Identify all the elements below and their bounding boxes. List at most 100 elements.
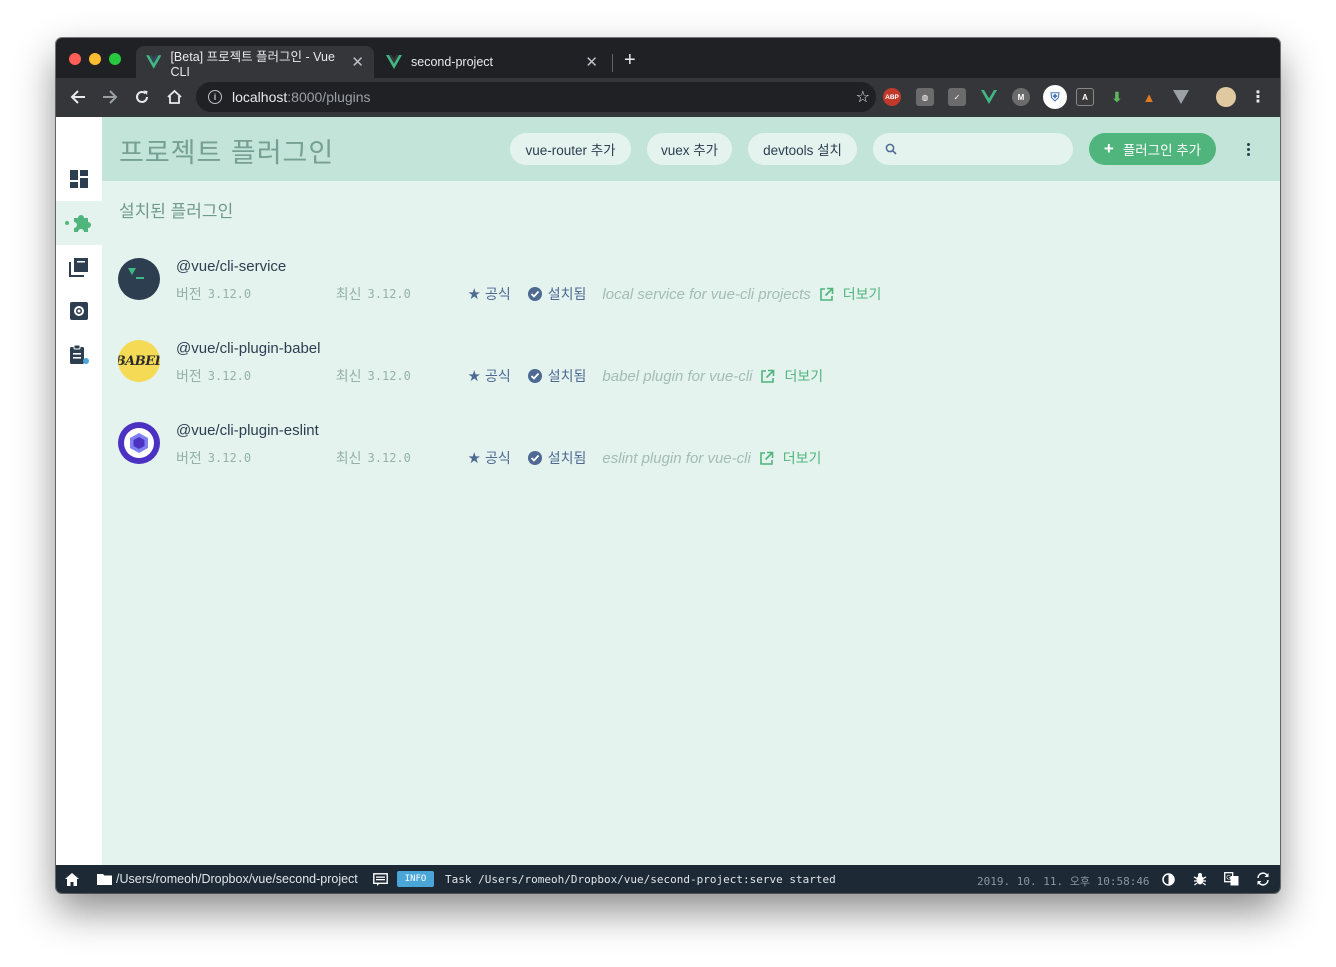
dark-mode-icon[interactable] [1160,871,1176,887]
dashboard-icon [70,170,88,188]
browser-window: [Beta] 프로젝트 플러그인 - Vue CLI ✕ second-proj… [56,38,1280,893]
bookmark-star-icon[interactable]: ☆ [856,87,870,107]
lightbulb-icon[interactable]: ◍ [916,88,934,106]
home-icon[interactable] [64,871,80,887]
profile-avatar[interactable] [1216,87,1236,107]
project-path[interactable]: /Users/romeoh/Dropbox/vue/second-project [116,872,358,886]
refresh-icon[interactable] [1255,871,1271,887]
add-plugin-button[interactable]: + 플러그인 추가 [1089,133,1216,165]
version-value: 3.12.0 [207,369,252,383]
sidebar-item-dashboard[interactable] [56,157,102,201]
fox-icon[interactable]: ▲ [1140,88,1158,106]
plugin-name[interactable]: @vue/cli-service [176,258,286,275]
search-input[interactable] [873,133,1073,165]
version-label: 버전 [176,368,202,384]
official-label: 공식 [484,368,511,384]
site-info-icon[interactable]: i [208,90,222,104]
new-tab-icon[interactable]: + [624,49,636,72]
sidebar-item-tasks[interactable] [56,333,102,377]
installed-label: 설치됨 [547,368,587,384]
minimize-window-button[interactable] [89,53,101,65]
back-icon[interactable] [67,86,89,108]
vue-logo-icon [146,55,162,69]
installed-badge: 설치됨 [527,448,587,468]
browser-tab-active[interactable]: [Beta] 프로젝트 플러그인 - Vue CLI ✕ [136,46,374,79]
browser-toolbar: i localhost :8000/plugins ☆ ABP ◍ ✓ M ⛨ … [56,78,1280,117]
svg-text:G: G [1226,875,1231,882]
latest-value: 3.12.0 [367,369,411,383]
v-icon[interactable] [1172,88,1190,106]
plugin-description: local service for vue-cli projects [602,285,811,303]
plugin-name[interactable]: @vue/cli-plugin-eslint [176,422,319,439]
sidebar-item-configuration[interactable] [56,289,102,333]
translate-icon[interactable]: G [1223,871,1239,887]
console-icon[interactable] [372,871,388,887]
url-path: :8000/plugins [287,89,371,105]
log-level-badge: INFO [397,871,434,887]
installed-badge: 설치됨 [527,284,587,304]
sidebar-item-dependencies[interactable] [56,245,102,289]
version-label: 버전 [176,450,202,466]
browser-menu-icon[interactable]: ⋮ [1249,88,1267,106]
dependencies-icon [69,258,88,277]
abp-icon[interactable]: ABP [883,88,901,106]
more-options-icon[interactable] [1240,139,1256,159]
log-message[interactable]: Task /Users/romeoh/Dropbox/vue/second-pr… [445,873,836,886]
star-icon: ★ [467,286,481,303]
plugin-description: eslint plugin for vue-cli [602,449,751,467]
installed-label: 설치됨 [547,286,587,302]
vue-devtools-icon[interactable] [980,88,998,106]
page-title: 프로젝트 플러그인 [119,138,335,168]
official-label: 공식 [484,286,511,302]
close-tab-icon[interactable]: ✕ [585,53,598,71]
check-circle-icon [527,369,542,383]
more-link[interactable]: 더보기 [760,366,823,386]
vue-logo-icon [386,55,402,69]
plugin-item[interactable]: BABEL @vue/cli-plugin-babel 버전 3.12.0 최신… [118,340,1218,400]
folder-icon [96,871,112,887]
installed-label: 설치됨 [547,450,587,466]
official-label: 공식 [484,450,511,466]
latest-label: 최신 [335,368,362,384]
bug-report-icon[interactable] [1192,871,1208,887]
shield-icon[interactable]: ⛨ [1043,85,1067,109]
tab-divider [612,54,613,72]
version-value: 3.12.0 [207,451,252,465]
latest-value: 3.12.0 [367,451,411,465]
home-icon[interactable] [163,86,185,108]
more-link[interactable]: 더보기 [819,284,881,304]
external-link-icon [759,451,774,465]
main-content: 프로젝트 플러그인 vue-router 추가 vuex 추가 devtools… [102,117,1280,865]
tab-title: [Beta] 프로젝트 플러그인 - Vue CLI [170,49,335,79]
status-bar: /Users/romeoh/Dropbox/vue/second-project… [56,865,1280,893]
plugin-item[interactable]: @vue/cli-plugin-eslint 버전 3.12.0 최신 3.12… [118,422,1218,482]
external-link-icon [819,287,834,301]
configuration-icon [70,302,88,320]
browser-tab[interactable]: second-project ✕ [376,46,608,78]
plugin-item[interactable]: @vue/cli-service 버전 3.12.0 최신 3.12.0 ★ 공… [118,258,1218,318]
chart-icon[interactable]: ✓ [948,88,966,106]
page-header: 프로젝트 플러그인 vue-router 추가 vuex 추가 devtools… [102,117,1280,181]
url-host: localhost [232,89,288,105]
external-link-icon [761,369,775,383]
more-link[interactable]: 더보기 [759,448,821,468]
sidebar-item-plugins[interactable] [56,201,102,245]
search-icon [885,143,897,155]
zoom-window-button[interactable] [109,53,121,65]
close-tab-icon[interactable]: ✕ [351,53,364,71]
m-icon[interactable]: M [1012,88,1030,106]
check-circle-icon [527,451,542,465]
download-icon[interactable]: ⬇ [1108,88,1126,106]
close-window-button[interactable] [69,53,81,65]
install-devtools-button[interactable]: devtools 설치 [748,133,857,165]
sidebar [56,117,102,865]
a-icon[interactable]: A [1076,88,1094,106]
plugin-meta: 버전 3.12.0 최신 3.12.0 ★ 공식 설치됨 local servi… [176,284,881,304]
address-bar[interactable]: i localhost :8000/plugins ☆ [196,82,876,112]
plugin-name[interactable]: @vue/cli-plugin-babel [176,340,320,357]
add-vue-router-button[interactable]: vue-router 추가 [510,133,631,165]
reload-icon[interactable] [131,86,153,108]
add-vuex-button[interactable]: vuex 추가 [647,133,732,165]
cli-service-logo [118,258,160,300]
forward-icon[interactable] [99,86,121,108]
